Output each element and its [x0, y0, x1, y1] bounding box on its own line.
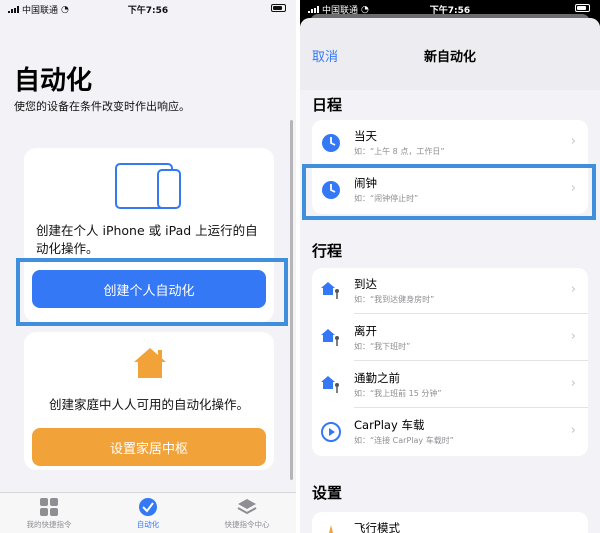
trigger-row-carplay[interactable]: CarPlay 车载 如：“连接 CarPlay 车载时” ›: [312, 409, 588, 455]
home-automation-card: 创建家庭中人人可用的自动化操作。 设置家居中枢: [24, 332, 274, 470]
carplay-icon: [321, 422, 341, 442]
row-separator: [354, 407, 588, 408]
row-separator: [354, 360, 588, 361]
scrollbar[interactable]: [290, 120, 293, 480]
row-title: 当天: [354, 129, 377, 143]
home-icon: [134, 348, 166, 378]
section-title-settings: 设置: [312, 484, 343, 502]
trigger-row-arrive[interactable]: 到达 如：“我到达健身房时” ›: [312, 268, 588, 314]
page-title: 自动化: [14, 66, 93, 96]
section-title-travel: 行程: [312, 242, 343, 260]
airplane-icon: [329, 525, 333, 533]
settings-group: 飞行模式: [312, 512, 588, 533]
highlight-create-personal-automation: [16, 258, 288, 326]
row-subtitle: 如：“上午 8 点，工作日”: [354, 147, 445, 156]
chevron-right-icon: ›: [570, 282, 576, 297]
row-title: CarPlay 车载: [354, 418, 425, 432]
tab-gallery-label: 快捷指令中心: [224, 520, 270, 529]
personal-automation-description: 创建在个人 iPhone 或 iPad 上运行的自动化操作。: [36, 223, 258, 256]
chevron-right-icon: ›: [570, 376, 576, 391]
row-subtitle: 如：“我上班前 15 分钟”: [354, 389, 442, 398]
tab-gallery[interactable]: 快捷指令中心: [198, 497, 296, 530]
row-separator: [354, 313, 588, 314]
row-title: 通勤之前: [354, 371, 400, 385]
new-automation-screen: 中国联通 ◔ 下午7:56 取消 新自动化 日程 当天 如：“上午 8 点，工作…: [300, 0, 600, 533]
trigger-row-time-of-day[interactable]: 当天 如：“上午 8 点，工作日” ›: [312, 120, 588, 166]
home-person-icon: [321, 376, 339, 393]
trigger-row-leave[interactable]: 离开 如：“我下班时” ›: [312, 315, 588, 361]
highlight-alarm-row: [302, 164, 596, 220]
tab-bar: 我的快捷指令 自动化 快捷指令中心: [0, 492, 296, 533]
home-person-icon: [321, 282, 339, 299]
trigger-row-before-commute[interactable]: 通勤之前 如：“我上班前 15 分钟” ›: [312, 362, 588, 408]
travel-group: 到达 如：“我到达健身房时” › 离开 如：“我下班时” › 通勤之前 如：“我…: [312, 268, 588, 456]
tab-my-shortcuts-label: 我的快捷指令: [26, 520, 72, 529]
page-subtitle: 使您的设备在条件改变时作出响应。: [14, 100, 190, 113]
tab-automation[interactable]: 自动化: [99, 497, 197, 530]
sheet-title: 新自动化: [423, 50, 476, 65]
trigger-row-airplane-mode[interactable]: 飞行模式: [312, 512, 588, 533]
chevron-right-icon: ›: [570, 423, 576, 438]
row-subtitle: 如：“我下班时”: [354, 342, 411, 351]
row-subtitle: 如：“我到达健身房时”: [354, 295, 435, 304]
layers-icon: [237, 499, 257, 515]
clock-icon: [322, 134, 340, 152]
home-person-icon: [321, 329, 339, 346]
home-automation-description: 创建家庭中人人可用的自动化操作。: [48, 397, 249, 412]
row-title: 飞行模式: [354, 521, 400, 533]
row-title: 到达: [354, 277, 377, 291]
new-automation-sheet: 取消 新自动化 日程 当天 如：“上午 8 点，工作日” › 闹钟 如：“闹钟停…: [300, 18, 600, 533]
nav-bar: 取消 新自动化: [300, 18, 600, 90]
battery-icon: [271, 4, 286, 12]
battery-icon: [575, 4, 590, 12]
row-title: 离开: [354, 324, 377, 338]
iphone-ipad-icon: [115, 163, 181, 209]
chevron-right-icon: ›: [570, 329, 576, 344]
grid-icon: [40, 498, 58, 516]
status-bar: 中国联通 ◔ 下午7:56: [0, 0, 296, 16]
chevron-right-icon: ›: [570, 134, 576, 149]
setup-home-hub-button[interactable]: 设置家居中枢: [32, 428, 266, 466]
tab-automation-label: 自动化: [136, 520, 160, 529]
row-subtitle: 如：“连接 CarPlay 车载时”: [354, 436, 454, 445]
status-time: 下午7:56: [127, 6, 169, 16]
section-title-schedule: 日程: [312, 96, 343, 114]
tab-my-shortcuts[interactable]: 我的快捷指令: [0, 497, 98, 530]
checkmark-circle-icon: [139, 498, 157, 516]
